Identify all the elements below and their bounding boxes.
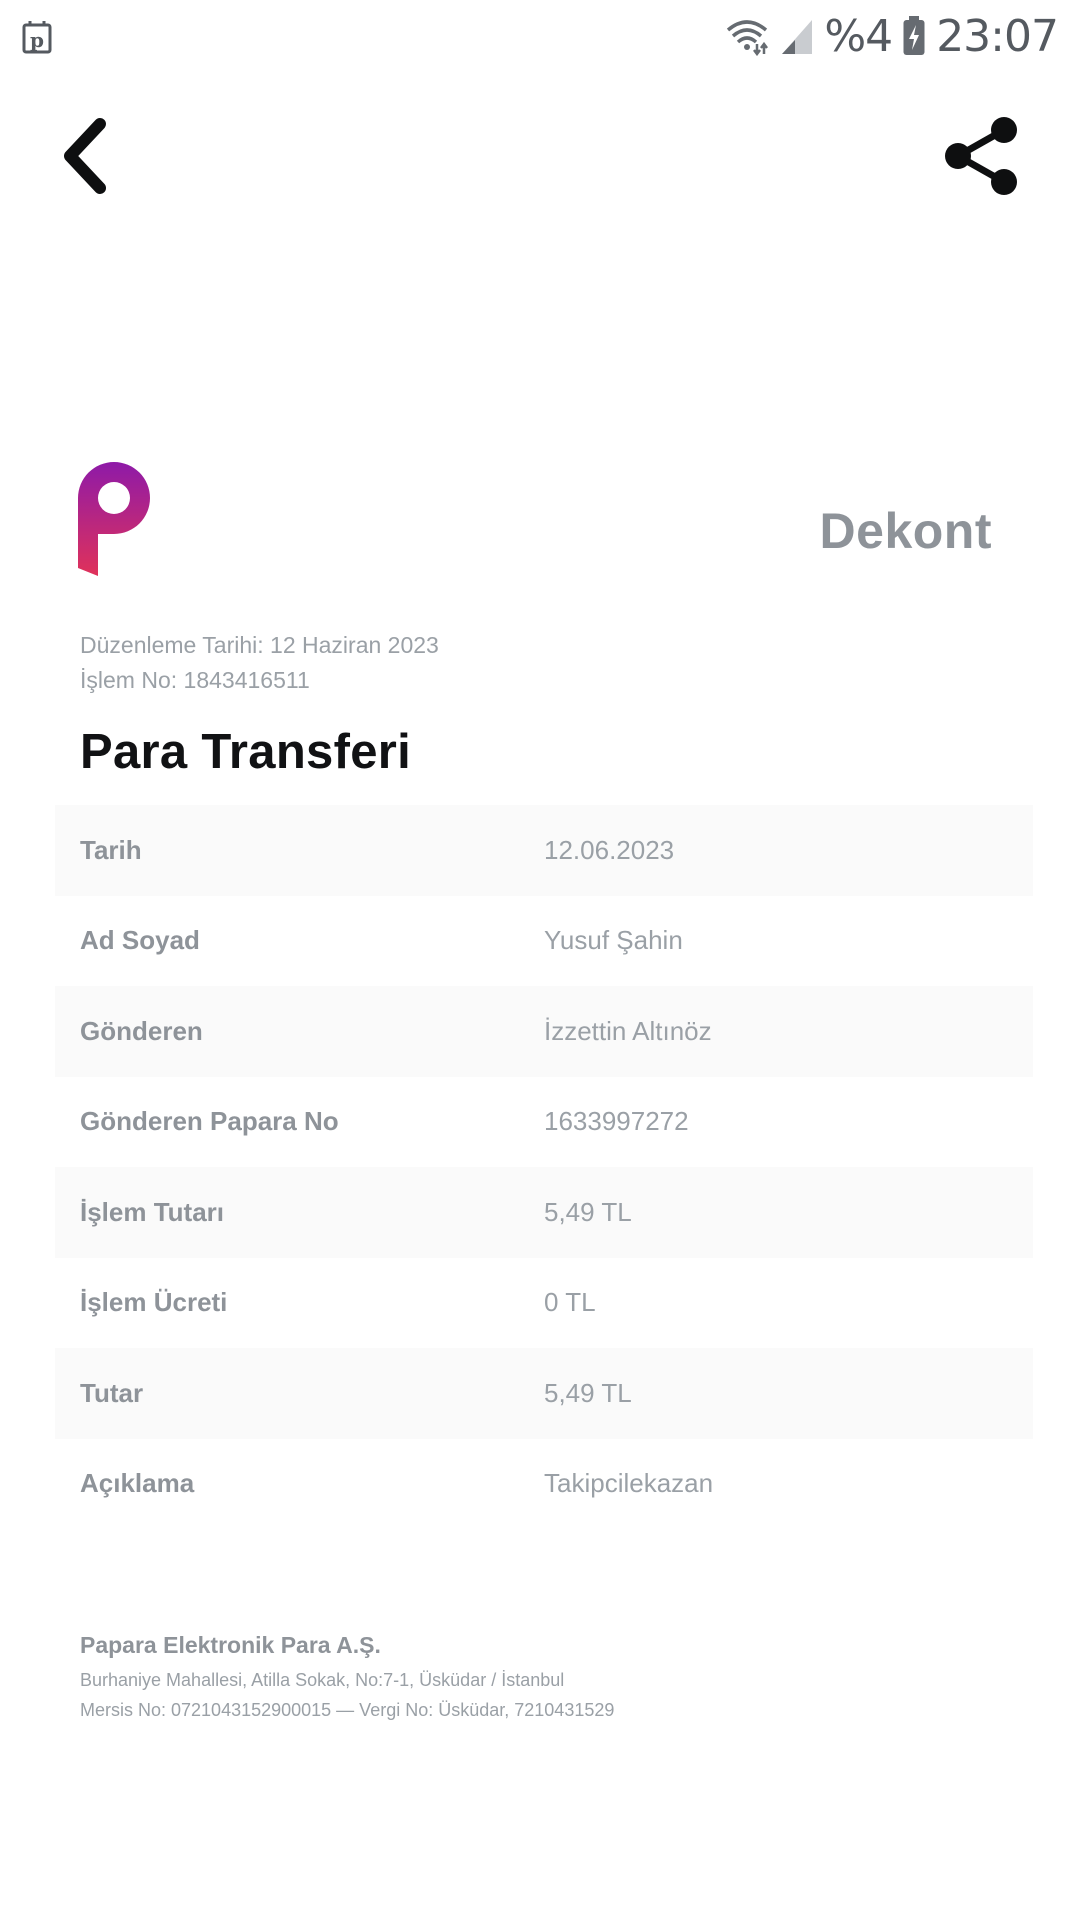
detail-row-transaction-amount: İşlem Tutarı 5,49 TL <box>55 1167 1033 1258</box>
battery-percentage: %4 <box>824 10 893 62</box>
detail-row-total: Tutar 5,49 TL <box>55 1348 1033 1439</box>
row-value: İzzettin Altınöz <box>544 1015 712 1046</box>
row-value: Takipcilekazan <box>544 1468 714 1499</box>
row-value: Yusuf Şahin <box>544 925 683 956</box>
row-value: 1633997272 <box>544 1106 689 1137</box>
company-name: Papara Elektronik Para A.Ş. <box>80 1632 381 1658</box>
company-address: Burhaniye Mahallesi, Atilla Sokak, No:7-… <box>80 1670 565 1690</box>
row-label: Gönderen <box>80 1015 203 1046</box>
detail-row-sender-papara-no: Gönderen Papara No 1633997272 <box>55 1077 1033 1168</box>
row-value: 0 TL <box>544 1287 596 1318</box>
issue-date: Düzenleme Tarihi: 12 Haziran 2023 <box>80 632 439 658</box>
row-value: 12.06.2023 <box>544 834 675 865</box>
row-label: İşlem Tutarı <box>80 1196 225 1227</box>
section-title: Para Transferi <box>80 725 412 779</box>
battery-charging-icon <box>903 16 925 55</box>
row-label: İşlem Ücreti <box>80 1287 228 1318</box>
share-button[interactable] <box>942 116 1022 196</box>
cellular-signal-icon <box>782 20 813 54</box>
papara-notification-icon: p <box>22 21 52 54</box>
row-value: 5,49 TL <box>544 1377 632 1408</box>
detail-row-sender: Gönderen İzzettin Altınöz <box>55 986 1033 1077</box>
row-label: Tarih <box>80 834 142 865</box>
detail-row-description: Açıklama Takipcilekazan <box>55 1439 1033 1530</box>
status-bar: p %4 23:07 <box>0 0 1080 72</box>
clock: 23:07 <box>936 10 1059 62</box>
svg-text:p: p <box>30 28 44 52</box>
row-value: 5,49 TL <box>544 1196 632 1227</box>
papara-logo <box>78 462 150 576</box>
wifi-icon <box>727 20 769 56</box>
transaction-details-table: Tarih 12.06.2023 Ad Soyad Yusuf Şahin Gö… <box>55 805 1033 1529</box>
detail-row-name: Ad Soyad Yusuf Şahin <box>55 896 1033 987</box>
row-label: Ad Soyad <box>80 925 200 956</box>
row-label: Gönderen Papara No <box>80 1106 339 1137</box>
detail-row-transaction-fee: İşlem Ücreti 0 TL <box>55 1258 1033 1349</box>
row-label: Açıklama <box>80 1468 195 1499</box>
transaction-number: İşlem No: 1843416511 <box>80 667 310 693</box>
company-registry: Mersis No: 0721043152900015 — Vergi No: … <box>80 1700 615 1720</box>
detail-row-date: Tarih 12.06.2023 <box>55 805 1033 896</box>
chevron-left-icon <box>64 118 106 194</box>
back-button[interactable] <box>58 118 114 194</box>
receipt-meta: Düzenleme Tarihi: 12 Haziran 2023 İşlem … <box>80 628 439 698</box>
company-footer: Papara Elektronik Para A.Ş. Burhaniye Ma… <box>80 1632 614 1725</box>
share-icon <box>945 117 1017 195</box>
document-title: Dekont <box>819 503 992 559</box>
row-label: Tutar <box>80 1377 144 1408</box>
status-indicators: %4 23:07 <box>724 8 1059 64</box>
